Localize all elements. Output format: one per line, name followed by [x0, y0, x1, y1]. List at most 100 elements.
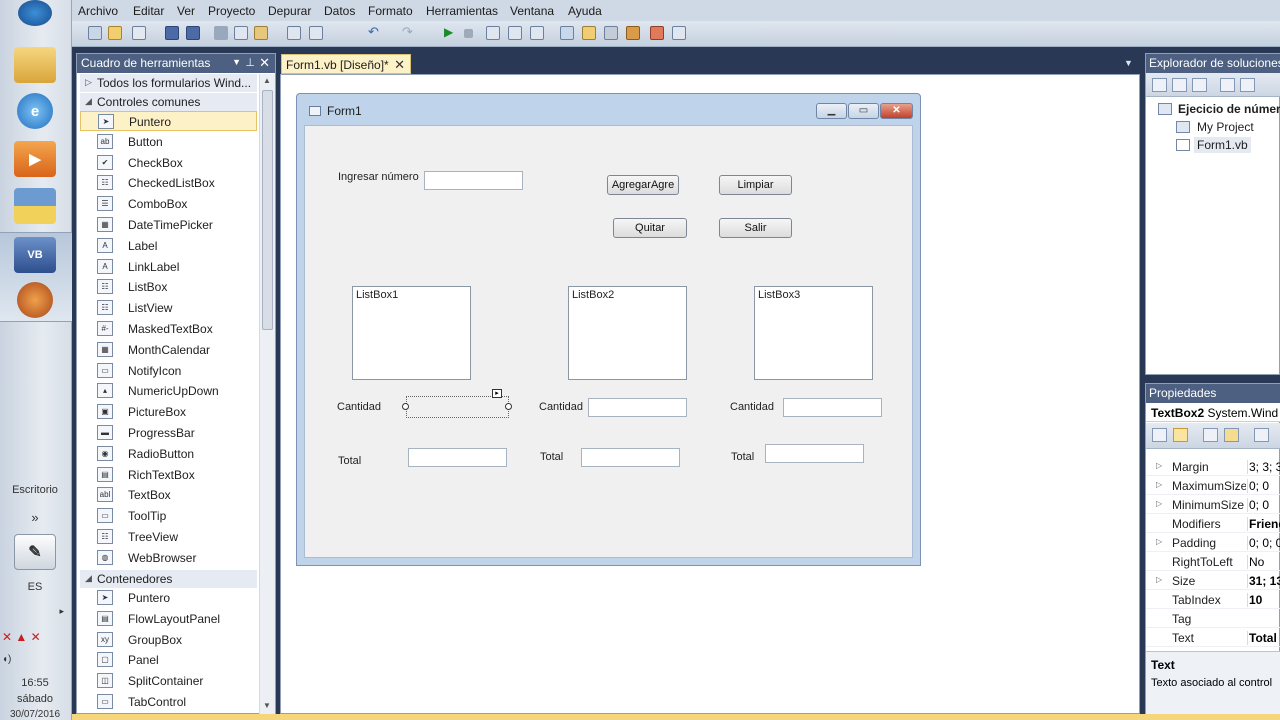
toolbox-item-monthcalendar[interactable]: ▦ MonthCalendar	[80, 340, 257, 360]
menu-archivo[interactable]: Archivo	[78, 4, 118, 18]
toolbox-item-tooltip[interactable]: ▭ ToolTip	[80, 506, 257, 526]
smart-tag-icon[interactable]: ▸	[492, 389, 502, 398]
events-icon[interactable]	[1224, 428, 1239, 442]
property-row-text[interactable]: Text Total	[1146, 628, 1280, 647]
toolbox-item-combobox[interactable]: ☰ ComboBox	[80, 194, 257, 214]
toolbox-group-containers[interactable]: ◢ Contenedores	[80, 570, 257, 588]
properties-window-icon[interactable]	[604, 26, 618, 40]
properties-view-icon[interactable]	[1203, 428, 1218, 442]
alphabetical-icon[interactable]	[1173, 428, 1188, 442]
toolbox-item-progressbar[interactable]: ▬ ProgressBar	[80, 423, 257, 443]
comment-icon[interactable]	[287, 26, 301, 40]
internet-explorer-icon[interactable]: e	[17, 93, 53, 129]
cut-icon[interactable]	[214, 26, 228, 40]
find-icon[interactable]	[560, 26, 574, 40]
toolbox-item-button[interactable]: ab Button	[80, 132, 257, 152]
windows-start-icon[interactable]	[18, 0, 52, 26]
toolbox-item-listview[interactable]: ☷ ListView	[80, 298, 257, 318]
volume-icon[interactable]: ◖)	[2, 654, 11, 665]
property-row-tabindex[interactable]: TabIndex 10	[1146, 590, 1280, 609]
selected-textbox[interactable]	[406, 396, 509, 418]
menu-ventana[interactable]: Ventana	[510, 4, 554, 18]
property-row-size[interactable]: ▷ Size 31; 13	[1146, 571, 1280, 590]
stop-icon[interactable]	[464, 29, 473, 38]
close-tab-icon[interactable]: ✕	[394, 57, 405, 73]
expand-arrow-icon[interactable]: ▷	[1156, 499, 1162, 508]
toolbox-item-webbrowser[interactable]: ◍ WebBrowser	[80, 548, 257, 568]
expand-arrow-icon[interactable]: ▷	[1156, 461, 1162, 470]
toolbox-item-listbox[interactable]: ☷ ListBox	[80, 277, 257, 297]
expand-arrow-icon[interactable]: ▷	[1156, 480, 1162, 489]
limpiar-button[interactable]: Limpiar	[719, 175, 792, 195]
listbox1[interactable]: ListBox1	[352, 286, 471, 380]
chevron-down-icon[interactable]: »	[0, 510, 70, 525]
toolbox-item-tabcontrol[interactable]: ▭ TabControl	[80, 692, 257, 712]
toolbox-item-datetimepicker[interactable]: ▦ DateTimePicker	[80, 215, 257, 235]
toolbox-item-checkedlistbox[interactable]: ☷ CheckedListBox	[80, 173, 257, 193]
property-row-tag[interactable]: Tag	[1146, 609, 1280, 628]
close-icon[interactable]: ✕	[259, 55, 270, 71]
toolbox-item-notifyicon[interactable]: ▭ NotifyIcon	[80, 361, 257, 381]
property-value[interactable]: 0; 0	[1247, 479, 1280, 493]
textbox-total-2[interactable]	[581, 448, 680, 467]
open-file-icon[interactable]	[108, 26, 122, 40]
properties-icon[interactable]	[1152, 78, 1167, 92]
network-warning-icon[interactable]: ✕ ▲ ✕	[2, 630, 41, 644]
toolbox-item-flowlayoutpanel[interactable]: ▤ FlowLayoutPanel	[80, 609, 257, 629]
property-value[interactable]: 0; 0; 0;	[1247, 536, 1280, 550]
toolbox-item-groupbox[interactable]: xy GroupBox	[80, 630, 257, 650]
new-project-icon[interactable]	[88, 26, 102, 40]
project-node[interactable]: Ejecicio de número	[1178, 102, 1280, 116]
pin-icon[interactable]: ⊥	[245, 56, 255, 69]
save-icon[interactable]	[165, 26, 179, 40]
property-value[interactable]: 31; 13	[1247, 574, 1280, 588]
toolbox-item-picturebox[interactable]: ▣ PictureBox	[80, 402, 257, 422]
show-all-files-icon[interactable]	[1172, 78, 1187, 92]
agregar-button[interactable]: AgregarAgre	[607, 175, 679, 195]
form1-window[interactable]: Form1 ▁ ▭ ✕ Ingresar número AgregarAgre …	[296, 93, 921, 566]
expand-arrow-icon[interactable]: ▷	[1156, 537, 1162, 546]
toolbox-item-radiobutton[interactable]: ◉ RadioButton	[80, 444, 257, 464]
toolbox-item-puntero[interactable]: ➤ Puntero	[80, 588, 257, 608]
menu-proyecto[interactable]: Proyecto	[208, 4, 255, 18]
clock-time[interactable]: 16:55	[0, 677, 70, 689]
textbox-ingresar-numero[interactable]	[424, 171, 523, 190]
menu-ver[interactable]: Ver	[177, 4, 195, 18]
save-all-icon[interactable]	[186, 26, 200, 40]
dropdown-arrow-icon[interactable]: ▼	[232, 57, 241, 67]
toolbox-item-splitcontainer[interactable]: ◫ SplitContainer	[80, 671, 257, 691]
property-value[interactable]: Friend	[1247, 517, 1280, 531]
menu-ayuda[interactable]: Ayuda	[568, 4, 602, 18]
scroll-up-icon[interactable]: ▲	[263, 76, 271, 85]
media-player-icon[interactable]: ▶	[14, 141, 56, 177]
add-item-icon[interactable]	[132, 26, 146, 40]
textbox-cantidad-2[interactable]	[588, 398, 687, 417]
textbox-total-1[interactable]	[408, 448, 507, 467]
view-code-icon[interactable]	[1220, 78, 1235, 92]
start-page-icon[interactable]	[672, 26, 686, 40]
quitar-button[interactable]: Quitar	[613, 218, 687, 238]
step-over-icon[interactable]	[508, 26, 522, 40]
visual-basic-icon[interactable]: VB	[14, 237, 56, 273]
resize-handle-right[interactable]	[505, 403, 512, 410]
form1-file-node[interactable]: Form1.vb	[1194, 137, 1251, 153]
tray-arrow-icon[interactable]: ▸	[0, 606, 70, 617]
property-row-margin[interactable]: ▷ Margin 3; 3; 3;	[1146, 457, 1280, 476]
property-value[interactable]: 3; 3; 3;	[1247, 460, 1280, 474]
toolbox-item-checkbox[interactable]: ✔ CheckBox	[80, 153, 257, 173]
property-row-modifiers[interactable]: Modifiers Friend	[1146, 514, 1280, 533]
active-files-dropdown-icon[interactable]: ▼	[1124, 58, 1133, 68]
menu-editar[interactable]: Editar	[133, 4, 164, 18]
menu-depurar[interactable]: Depurar	[268, 4, 311, 18]
minimize-icon[interactable]: ▁	[816, 103, 847, 119]
desktop-label[interactable]: Escritorio	[0, 484, 70, 496]
property-value[interactable]: 0; 0	[1247, 498, 1280, 512]
toolbox-item-richtextbox[interactable]: ▤ RichTextBox	[80, 465, 257, 485]
properties-object-selector[interactable]: TextBox2 System.Wind	[1146, 403, 1280, 422]
toolbox-scrollbar[interactable]: ▲ ▼	[259, 74, 275, 714]
toolbox-group-common[interactable]: ◢ Controles comunes	[80, 93, 257, 111]
property-value[interactable]: Total	[1247, 631, 1280, 645]
start-debug-icon[interactable]: ▶	[444, 25, 458, 39]
toolbox-item-textbox[interactable]: abl TextBox	[80, 485, 257, 505]
undo-icon[interactable]: ↶	[368, 24, 382, 39]
